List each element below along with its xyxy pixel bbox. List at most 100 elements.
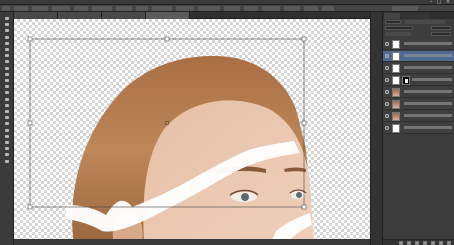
brush-tool-icon[interactable] <box>4 59 10 64</box>
clone-stamp-icon[interactable] <box>4 66 10 71</box>
option-control[interactable] <box>74 6 88 11</box>
shape-tool-icon[interactable] <box>4 121 10 126</box>
option-control[interactable] <box>176 6 194 11</box>
option-control[interactable] <box>304 6 318 11</box>
opacity-field[interactable] <box>431 26 451 30</box>
layer-row[interactable] <box>383 111 454 122</box>
layer-name <box>404 126 452 129</box>
lock-row <box>383 32 454 37</box>
tools-panel <box>0 12 14 245</box>
layer-name <box>404 90 452 93</box>
option-control[interactable] <box>32 6 48 11</box>
document-tab[interactable] <box>58 12 102 19</box>
document-tab[interactable] <box>102 12 146 19</box>
option-control[interactable] <box>116 6 132 11</box>
layer-row[interactable] <box>383 39 454 50</box>
option-control[interactable] <box>284 6 300 11</box>
lock-icons[interactable] <box>385 32 411 36</box>
fx-icon[interactable] <box>407 241 411 245</box>
marquee-tool-icon[interactable] <box>4 22 10 27</box>
option-control[interactable] <box>224 6 240 11</box>
portrait-image <box>27 36 315 245</box>
layer-filter-icons[interactable] <box>405 20 445 24</box>
pen-tool-icon[interactable] <box>4 103 10 108</box>
visibility-eye-icon[interactable] <box>385 90 389 94</box>
visibility-eye-icon[interactable] <box>385 66 389 70</box>
canvas-area[interactable] <box>14 19 370 245</box>
tool-preset-picker[interactable] <box>2 6 10 11</box>
adjustment-icon[interactable] <box>423 241 427 245</box>
healing-brush-icon[interactable] <box>4 53 10 58</box>
option-control[interactable] <box>152 6 172 11</box>
gradient-tool-icon[interactable] <box>4 84 10 89</box>
new-layer-icon[interactable] <box>439 241 443 245</box>
channels-tab[interactable] <box>401 13 415 19</box>
close-icon[interactable]: × <box>445 0 451 5</box>
group-icon[interactable] <box>431 241 435 245</box>
option-control[interactable] <box>322 6 334 11</box>
visibility-eye-icon[interactable] <box>385 102 389 106</box>
screen-mode-icon[interactable] <box>4 159 10 164</box>
layer-row[interactable] <box>383 51 454 62</box>
eyedropper-tool-icon[interactable] <box>4 47 10 52</box>
hand-tool-icon[interactable] <box>4 128 10 133</box>
lasso-tool-icon[interactable] <box>4 28 10 33</box>
transform-handle <box>301 204 307 210</box>
visibility-eye-icon[interactable] <box>385 126 389 130</box>
option-control[interactable] <box>136 6 148 11</box>
transform-handle <box>164 36 170 42</box>
type-tool-icon[interactable] <box>4 109 10 114</box>
link-layers-icon[interactable] <box>399 241 403 245</box>
fill-field[interactable] <box>431 32 451 36</box>
visibility-eye-icon[interactable] <box>385 42 389 46</box>
layer-name <box>404 42 452 45</box>
minimize-icon[interactable]: – <box>428 0 434 5</box>
visibility-eye-icon[interactable] <box>385 114 389 118</box>
move-tool-icon[interactable] <box>4 16 10 21</box>
layer-row[interactable] <box>383 87 454 98</box>
layer-row[interactable] <box>383 99 454 110</box>
quick-select-tool-icon[interactable] <box>4 35 10 40</box>
layer-thumbnail <box>392 112 400 121</box>
layer-row[interactable] <box>383 63 454 74</box>
maximize-icon[interactable]: □ <box>436 0 442 5</box>
path-select-icon[interactable] <box>4 115 10 120</box>
trash-icon[interactable] <box>447 241 451 245</box>
dodge-tool-icon[interactable] <box>4 97 10 102</box>
document-tab[interactable] <box>14 12 58 19</box>
layer-row[interactable] <box>383 75 454 86</box>
blend-mode-dropdown[interactable] <box>385 26 413 30</box>
layer-thumbnail <box>392 88 400 97</box>
quick-mask-icon[interactable] <box>4 152 10 157</box>
background-color-icon[interactable] <box>4 146 10 151</box>
option-control[interactable] <box>244 6 258 11</box>
layer-mask-thumbnail[interactable] <box>402 76 410 85</box>
layer-name <box>404 54 452 57</box>
transform-handle <box>301 36 307 42</box>
eraser-tool-icon[interactable] <box>4 78 10 83</box>
foreground-color-icon[interactable] <box>4 140 10 145</box>
crop-tool-icon[interactable] <box>4 41 10 46</box>
option-control[interactable] <box>262 6 280 11</box>
add-mask-icon[interactable] <box>415 241 419 245</box>
document-tab-active[interactable] <box>146 12 190 19</box>
option-control[interactable] <box>14 6 28 11</box>
status-bar <box>14 239 370 245</box>
layer-thumbnail <box>392 40 400 49</box>
zoom-tool-icon[interactable] <box>4 134 10 139</box>
visibility-eye-icon[interactable] <box>385 78 389 82</box>
panel-dock-strip[interactable] <box>371 12 383 245</box>
workspace-switcher[interactable] <box>392 6 418 11</box>
layer-filter-dropdown[interactable] <box>385 20 401 24</box>
option-control[interactable] <box>92 6 112 11</box>
layer-thumbnail <box>392 52 400 61</box>
layer-row[interactable] <box>383 123 454 134</box>
history-brush-icon[interactable] <box>4 72 10 77</box>
visibility-eye-icon[interactable] <box>385 54 389 58</box>
option-control[interactable] <box>198 6 220 11</box>
option-control[interactable] <box>52 6 70 11</box>
layers-tab[interactable] <box>384 13 400 19</box>
options-bar <box>0 5 454 12</box>
blur-tool-icon[interactable] <box>4 90 10 95</box>
paths-tab[interactable] <box>416 13 430 19</box>
